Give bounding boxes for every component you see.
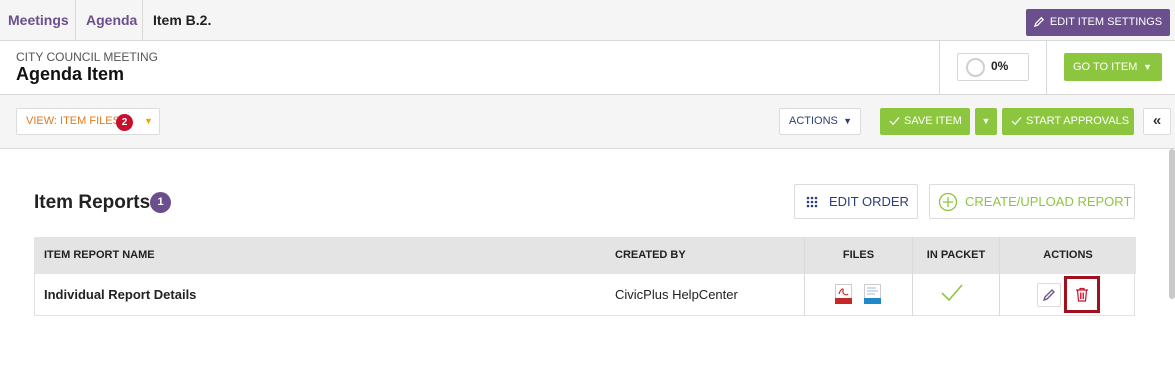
title-bar: CITY COUNCIL MEETING Agenda Item 0% GO T… [0, 41, 1175, 95]
page-title: Agenda Item [16, 64, 125, 84]
grid-dots-icon [806, 196, 818, 208]
breadcrumb-divider [142, 0, 143, 41]
breadcrumb-current: Item B.2. [153, 12, 212, 28]
document-file-icon[interactable] [864, 284, 881, 304]
save-item-button[interactable]: SAVE ITEM [880, 108, 970, 135]
create-upload-report-button[interactable]: CREATE/UPLOAD REPORT [929, 184, 1135, 219]
column-divider [804, 237, 805, 316]
column-header-in-packet: IN PACKET [926, 249, 986, 261]
report-name[interactable]: Individual Report Details [44, 274, 196, 316]
title-divider [939, 41, 940, 95]
start-approvals-button[interactable]: START APPROVALS [1002, 108, 1134, 135]
column-divider [999, 237, 1000, 316]
pdf-file-icon[interactable] [835, 284, 852, 304]
edit-item-settings-button[interactable]: EDIT ITEM SETTINGS [1026, 9, 1170, 36]
progress-circle-icon [966, 58, 985, 77]
actions-dropdown[interactable]: ACTIONS ▼ [779, 108, 861, 135]
check-icon [889, 116, 900, 126]
item-reports-table: ITEM REPORT NAME CREATED BY FILES IN PAC… [34, 237, 1136, 316]
report-count-badge: 1 [150, 192, 171, 213]
breadcrumb-agenda[interactable]: Agenda [86, 0, 137, 41]
progress-percent: 0% [991, 59, 1009, 73]
column-header-name: ITEM REPORT NAME [44, 249, 155, 261]
actions-label: ACTIONS [789, 115, 838, 127]
view-item-files-dropdown[interactable]: VIEW: ITEM FILES 2 ▼ [16, 108, 160, 135]
trash-icon [1076, 287, 1088, 302]
file-count-badge: 2 [116, 114, 133, 131]
column-divider [912, 237, 913, 316]
chevron-down-icon: ▼ [981, 116, 991, 126]
section-title: Item Reports [34, 192, 151, 213]
save-item-label: SAVE ITEM [904, 115, 962, 127]
go-to-item-label: GO TO ITEM [1073, 61, 1138, 73]
pencil-icon [1033, 16, 1044, 28]
column-header-files: FILES [842, 249, 875, 261]
scrollbar[interactable] [1169, 149, 1175, 299]
column-header-created-by: CREATED BY [615, 249, 686, 261]
edit-order-label: EDIT ORDER [829, 194, 909, 209]
chevron-down-icon: ▼ [1143, 62, 1152, 72]
breadcrumb-divider [75, 0, 76, 41]
collapse-panel-button[interactable]: « [1143, 108, 1171, 135]
progress-indicator: 0% [957, 53, 1029, 81]
chevron-down-icon: ▼ [144, 116, 153, 126]
column-header-actions: ACTIONS [1043, 249, 1093, 261]
create-upload-label: CREATE/UPLOAD REPORT [965, 194, 1132, 209]
edit-order-button[interactable]: EDIT ORDER [794, 184, 918, 219]
breadcrumb-bar: Meetings Agenda Item B.2. EDIT ITEM SETT… [0, 0, 1175, 41]
edit-item-settings-label: EDIT ITEM SETTINGS [1049, 16, 1163, 28]
chevron-down-icon: ▼ [843, 116, 852, 126]
in-packet-check-icon [941, 284, 963, 302]
edit-report-button[interactable] [1037, 283, 1061, 307]
created-by: CivicPlus HelpCenter [615, 287, 738, 302]
view-label: VIEW: ITEM FILES [26, 115, 120, 127]
plus-circle-icon [938, 192, 958, 212]
check-icon [1011, 116, 1022, 126]
meeting-type-label: CITY COUNCIL MEETING [16, 50, 159, 64]
go-to-item-button[interactable]: GO TO ITEM ▼ [1064, 53, 1162, 81]
title-divider [1046, 41, 1047, 95]
pencil-icon [1042, 289, 1055, 302]
breadcrumb-meetings[interactable]: Meetings [8, 0, 69, 41]
save-options-dropdown[interactable]: ▼ [975, 108, 997, 135]
start-approvals-label: START APPROVALS [1026, 115, 1130, 127]
delete-report-button[interactable] [1064, 276, 1100, 313]
toolbar: VIEW: ITEM FILES 2 ▼ ACTIONS ▼ SAVE ITEM… [0, 95, 1175, 149]
